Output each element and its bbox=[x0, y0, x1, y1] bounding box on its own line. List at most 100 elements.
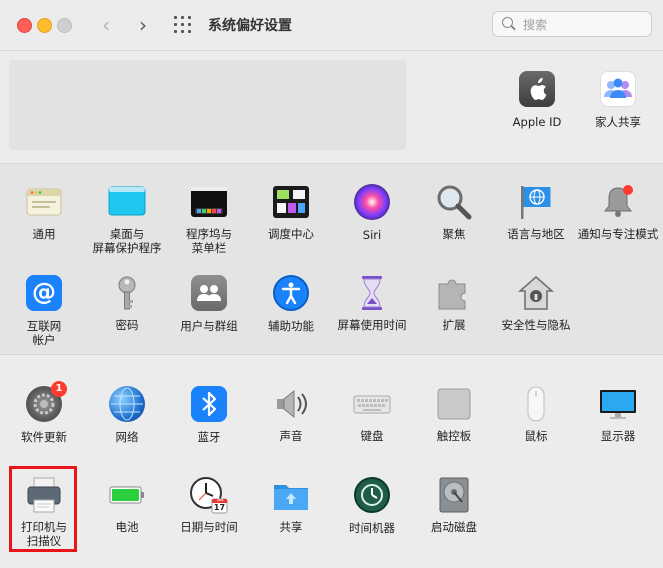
pref-label: 家人共享 bbox=[595, 115, 641, 129]
time-machine-icon bbox=[353, 477, 391, 515]
pref-label: 程序坞与 菜单栏 bbox=[186, 227, 232, 255]
pref-spotlight[interactable]: 聚焦 bbox=[413, 183, 495, 241]
pref-family-sharing[interactable]: 家人共享 bbox=[577, 70, 659, 129]
search-field[interactable] bbox=[492, 11, 652, 37]
pref-label: 屏幕使用时间 bbox=[337, 318, 407, 332]
account-info-placeholder bbox=[9, 60, 406, 150]
pref-siri[interactable]: Siri bbox=[331, 183, 413, 242]
pref-label: 日期与时间 bbox=[180, 520, 238, 534]
pref-displays[interactable]: 显示器 bbox=[577, 385, 659, 443]
hourglass-icon bbox=[353, 274, 391, 312]
clock-calendar-icon: JUL 17 bbox=[190, 476, 228, 514]
selection-highlight-box bbox=[9, 466, 77, 552]
pref-label: 语言与地区 bbox=[507, 227, 565, 241]
pref-label: 鼠标 bbox=[524, 429, 548, 443]
pref-network[interactable]: 网络 bbox=[86, 385, 168, 444]
back-chevron-icon[interactable]: ‹ bbox=[96, 14, 116, 36]
pref-sharing[interactable]: 共享 bbox=[250, 476, 332, 534]
show-all-grid-icon[interactable] bbox=[174, 16, 192, 34]
at-sign-icon: @ bbox=[25, 275, 63, 313]
pref-label: 通用 bbox=[32, 227, 56, 241]
pref-passwords[interactable]: 密码 bbox=[86, 274, 168, 332]
pref-trackpad[interactable]: 触控板 bbox=[413, 385, 495, 443]
pref-language[interactable]: 语言与地区 bbox=[495, 183, 577, 241]
forward-chevron-icon[interactable]: › bbox=[133, 14, 153, 36]
bell-icon bbox=[599, 183, 637, 221]
pref-label: 扩展 bbox=[442, 318, 466, 332]
pref-dock[interactable]: 程序坞与 菜单栏 bbox=[168, 183, 250, 255]
general-window-icon bbox=[25, 183, 63, 221]
pref-startup-disk[interactable]: 启动磁盘 bbox=[413, 476, 495, 534]
pref-label: 键盘 bbox=[360, 429, 384, 443]
pref-bluetooth[interactable]: 蓝牙 bbox=[168, 385, 250, 444]
zoom-button[interactable] bbox=[57, 18, 72, 33]
pref-notifications[interactable]: 通知与专注模式 bbox=[577, 183, 659, 241]
siri-icon bbox=[353, 184, 391, 222]
pref-apple-id[interactable]: Apple ID bbox=[496, 70, 578, 129]
pref-mouse[interactable]: 鼠标 bbox=[495, 385, 577, 443]
pref-internet-accounts[interactable]: @ 互联网 帐户 bbox=[3, 274, 85, 347]
pref-label: 触控板 bbox=[436, 429, 472, 443]
desktop-icon bbox=[108, 183, 146, 221]
pref-battery[interactable]: 电池 bbox=[86, 476, 168, 534]
bluetooth-icon bbox=[190, 386, 228, 424]
magnifier-icon bbox=[435, 183, 473, 221]
apple-logo-icon bbox=[518, 71, 556, 109]
gear-icon: 1 bbox=[25, 381, 67, 424]
pref-sound[interactable]: 声音 bbox=[250, 385, 332, 443]
window-title: 系统偏好设置 bbox=[208, 18, 292, 34]
pref-accessibility[interactable]: 辅助功能 bbox=[250, 274, 332, 333]
pref-label: 启动磁盘 bbox=[431, 520, 477, 534]
pref-time-machine[interactable]: 时间机器 bbox=[331, 476, 413, 535]
pref-keyboard[interactable]: 键盘 bbox=[331, 385, 413, 443]
pref-software-update[interactable]: 1 软件更新 bbox=[3, 381, 85, 444]
pref-label: 软件更新 bbox=[21, 430, 67, 444]
pref-label: 互联网 帐户 bbox=[26, 319, 62, 347]
pref-label: 用户与群组 bbox=[180, 319, 238, 333]
mouse-icon bbox=[517, 385, 555, 423]
pref-label: 安全性与隐私 bbox=[501, 318, 571, 332]
pref-label: 声音 bbox=[279, 429, 303, 443]
keyboard-icon bbox=[353, 385, 391, 423]
close-button[interactable] bbox=[17, 18, 32, 33]
minimize-button[interactable] bbox=[37, 18, 52, 33]
pref-label: 共享 bbox=[279, 520, 303, 534]
pref-label: 网络 bbox=[115, 430, 139, 444]
pref-label: 时间机器 bbox=[349, 521, 395, 535]
house-lock-icon bbox=[517, 274, 555, 312]
mission-control-icon bbox=[272, 183, 310, 221]
pref-label: 密码 bbox=[115, 318, 139, 332]
search-icon bbox=[502, 17, 513, 28]
users-icon bbox=[190, 275, 228, 313]
pref-screen-time[interactable]: 屏幕使用时间 bbox=[331, 274, 413, 332]
pref-mission-control[interactable]: 调度中心 bbox=[250, 183, 332, 241]
pref-label: 通知与专注模式 bbox=[577, 227, 659, 241]
dock-icon bbox=[190, 183, 228, 221]
pref-extensions[interactable]: 扩展 bbox=[413, 274, 495, 332]
puzzle-icon bbox=[435, 274, 473, 312]
display-icon bbox=[599, 385, 637, 423]
flag-icon bbox=[517, 183, 555, 221]
folder-icon bbox=[272, 476, 310, 514]
pref-security[interactable]: 安全性与隐私 bbox=[495, 274, 577, 332]
pref-label: 显示器 bbox=[600, 429, 636, 443]
pref-users[interactable]: 用户与群组 bbox=[168, 274, 250, 333]
family-icon bbox=[599, 71, 637, 109]
calendar-month: JUL bbox=[217, 498, 224, 502]
trackpad-icon bbox=[435, 385, 473, 423]
search-input[interactable] bbox=[521, 15, 645, 35]
speaker-icon bbox=[272, 385, 310, 423]
battery-icon bbox=[108, 476, 146, 514]
pref-label: 辅助功能 bbox=[268, 319, 314, 333]
accessibility-icon bbox=[272, 275, 310, 313]
calendar-day: 17 bbox=[213, 503, 226, 512]
title-bar: ‹ › 系统偏好设置 bbox=[0, 0, 663, 51]
pref-date-time[interactable]: JUL 17 日期与时间 bbox=[168, 476, 250, 534]
pref-label: 调度中心 bbox=[268, 227, 314, 241]
globe-icon bbox=[108, 386, 146, 424]
pref-desktop[interactable]: 桌面与 屏幕保护程序 bbox=[86, 183, 168, 255]
pref-label: 桌面与 屏幕保护程序 bbox=[92, 227, 162, 255]
pref-label: 蓝牙 bbox=[197, 430, 221, 444]
pref-label: 聚焦 bbox=[442, 227, 466, 241]
pref-general[interactable]: 通用 bbox=[3, 183, 85, 241]
